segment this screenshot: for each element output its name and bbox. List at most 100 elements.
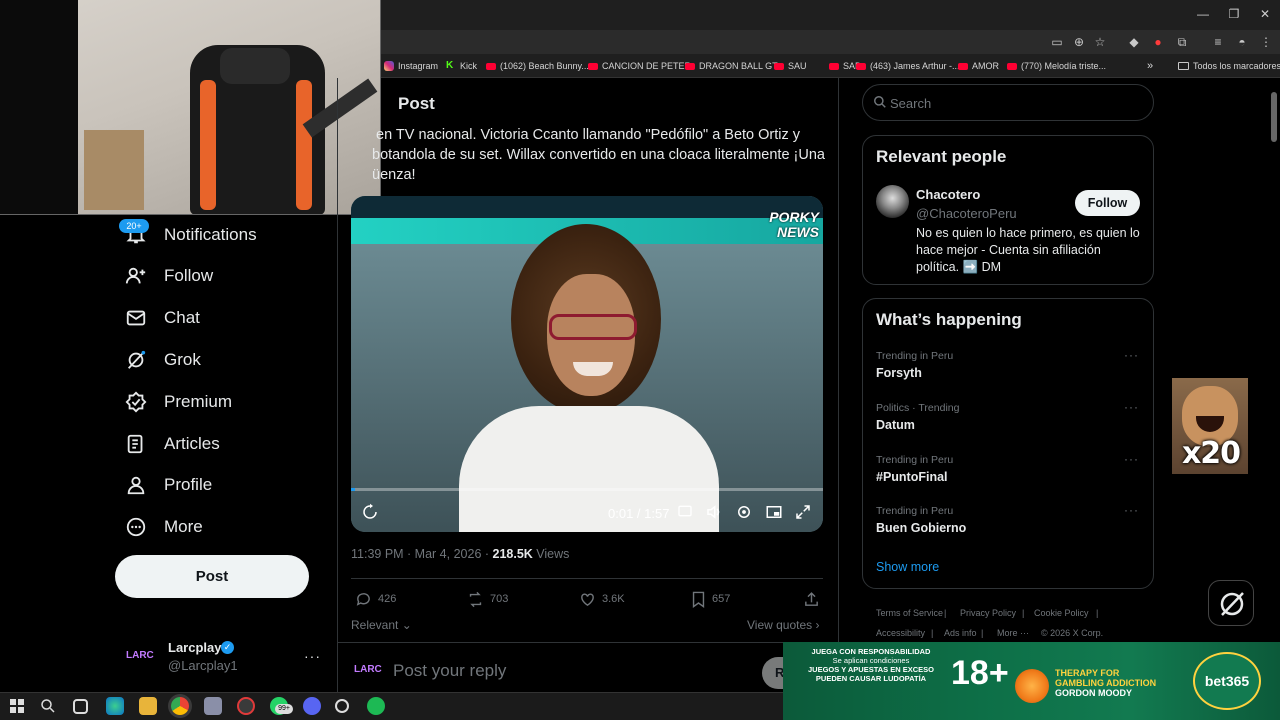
browser-menu-icon[interactable]: ⋮ (1257, 33, 1275, 51)
nav-item-more[interactable]: More (124, 512, 203, 542)
search-placeholder: Search (890, 96, 932, 111)
nav-item-premium[interactable]: Premium (124, 387, 232, 417)
bookmark-item[interactable]: (770) Melodía triste... (1007, 58, 1106, 74)
chrome-icon[interactable] (171, 697, 189, 715)
bookmark-label: AMOR (972, 61, 999, 71)
zoom-icon[interactable]: ⊕ (1070, 33, 1088, 51)
record-extension-icon[interactable]: ● (1149, 33, 1167, 51)
person-name[interactable]: Chacotero (916, 187, 980, 202)
scrollbar[interactable] (1271, 92, 1277, 142)
footer-separator: | (1022, 608, 1025, 618)
trend-item[interactable]: Datum (876, 418, 915, 432)
bookmark-item[interactable]: DRAGON BALL GT (685, 58, 778, 74)
obs-icon[interactable] (237, 697, 255, 715)
trend-context: Politics · Trending (876, 402, 960, 414)
bookmark-item[interactable]: Instagram (384, 58, 438, 74)
account-more-icon[interactable]: ··· (304, 648, 321, 664)
trend-item[interactable]: Forsyth (876, 366, 922, 380)
video-progress-track[interactable] (351, 488, 823, 491)
bookmark-star-icon[interactable]: ☆ (1091, 33, 1109, 51)
tweet-timestamp[interactable]: 11:39 PM · Mar 4, 2026 · (351, 547, 493, 561)
like-action[interactable]: 3.6K (579, 590, 625, 608)
extension-icon[interactable]: ◆ (1125, 33, 1143, 51)
bookmark-item[interactable]: (1062) Beach Bunny... (486, 58, 589, 74)
tweet-line: botandola de su set. Willax convertido e… (372, 147, 825, 163)
nav-item-chat[interactable]: Chat (124, 303, 200, 333)
reply-action[interactable]: 426 (355, 590, 396, 608)
all-bookmarks-button[interactable]: Todos los marcadores (1178, 58, 1280, 74)
reply-icon (356, 592, 370, 606)
trend-more-icon[interactable]: ··· (1124, 400, 1139, 414)
footer-separator: | (981, 628, 984, 638)
follow-button[interactable]: Follow (1075, 190, 1140, 216)
reply-input[interactable]: Post your reply (393, 661, 506, 681)
threads-icon[interactable] (335, 699, 349, 713)
discord-icon[interactable] (303, 697, 321, 715)
nav-label: Articles (164, 434, 220, 453)
windows-start-icon[interactable] (8, 697, 26, 715)
replay-icon[interactable] (361, 503, 379, 524)
app-icon[interactable] (204, 697, 222, 715)
bookmark-item[interactable]: AMOR (958, 58, 999, 74)
edge-icon[interactable] (106, 697, 124, 715)
minimize-button[interactable]: — (1190, 4, 1216, 24)
nav-item-articles[interactable]: Articles (124, 429, 220, 459)
post-button[interactable]: Post (115, 555, 309, 598)
like-count: 3.6K (602, 593, 625, 605)
footer-link[interactable]: Privacy Policy (960, 608, 1016, 618)
nav-item-follow[interactable]: Follow (124, 261, 213, 291)
heart-icon (581, 592, 594, 606)
spotify-icon[interactable] (367, 697, 385, 715)
cast-icon[interactable]: ▭ (1048, 33, 1066, 51)
person-avatar[interactable] (876, 185, 909, 218)
maximize-button[interactable]: ❐ (1221, 4, 1247, 24)
youtube-icon (774, 62, 784, 70)
share-action[interactable] (803, 590, 820, 608)
trend-more-icon[interactable]: ··· (1124, 503, 1139, 517)
chevron-down-icon: ⌄ (398, 618, 412, 632)
bookmark-item[interactable]: CANCION DE PETER (588, 58, 691, 74)
volume-icon[interactable] (705, 503, 723, 524)
footer-link[interactable]: Cookie Policy (1034, 608, 1089, 618)
bookmark-item[interactable]: K Kick (446, 58, 477, 74)
video-time: 0:01 / 1:57 (608, 506, 670, 521)
grok-floating-button[interactable] (1208, 580, 1254, 626)
footer-link[interactable]: Accessibility (876, 628, 925, 638)
close-window-button[interactable]: ✕ (1252, 4, 1278, 24)
picture-in-picture-icon[interactable] (765, 503, 783, 524)
search-taskbar-icon[interactable] (39, 697, 57, 715)
trend-more-icon[interactable]: ··· (1124, 452, 1139, 466)
nav-label: Grok (164, 350, 201, 369)
footer-link[interactable]: Ads info (944, 628, 977, 638)
extensions-puzzle-icon[interactable]: ⧉ (1173, 33, 1191, 51)
bookmark-item[interactable]: SAU (774, 58, 807, 74)
account-avatar[interactable]: LARC (126, 644, 156, 668)
settings-gear-icon[interactable] (735, 503, 753, 524)
view-quotes-link[interactable]: View quotes › (747, 618, 820, 632)
reply-sort-dropdown[interactable]: Relevant ⌄ (351, 618, 412, 632)
footer-separator: | (931, 628, 934, 638)
video-player[interactable]: PORKY NEWS 0:01 / 1:57 (351, 196, 823, 532)
ad-banner[interactable]: JUEGA CON RESPONSABILIDAD Se aplican con… (783, 642, 1280, 720)
bookmark-action[interactable]: 657 (691, 590, 730, 608)
repost-action[interactable]: 703 (467, 590, 508, 608)
trend-more-icon[interactable]: ··· (1124, 348, 1139, 362)
nav-item-profile[interactable]: Profile (124, 470, 212, 500)
profile-icon[interactable]: ◓ (1233, 33, 1251, 51)
file-explorer-icon[interactable] (139, 697, 157, 715)
bookmarks-overflow-button[interactable]: » (1147, 58, 1153, 74)
bookmark-item[interactable]: (463) James Arthur -... (856, 58, 960, 74)
fullscreen-icon[interactable] (794, 503, 812, 524)
nav-item-grok[interactable]: Grok (124, 345, 201, 375)
footer-link[interactable]: © 2026 X Corp. (1041, 628, 1103, 638)
person-handle: @ChacoteroPeru (916, 206, 1017, 221)
show-more-link[interactable]: Show more (876, 560, 939, 574)
trend-item[interactable]: Buen Gobierno (876, 521, 966, 535)
footer-link[interactable]: Terms of Service (876, 608, 943, 618)
footer-link[interactable]: More ··· (997, 628, 1029, 638)
all-bookmarks-label: Todos los marcadores (1193, 61, 1280, 71)
trend-item[interactable]: #PuntoFinal (876, 470, 948, 484)
task-view-icon[interactable] (73, 699, 88, 714)
captions-icon[interactable] (677, 503, 693, 522)
media-control-icon[interactable]: ≡ (1209, 33, 1227, 51)
